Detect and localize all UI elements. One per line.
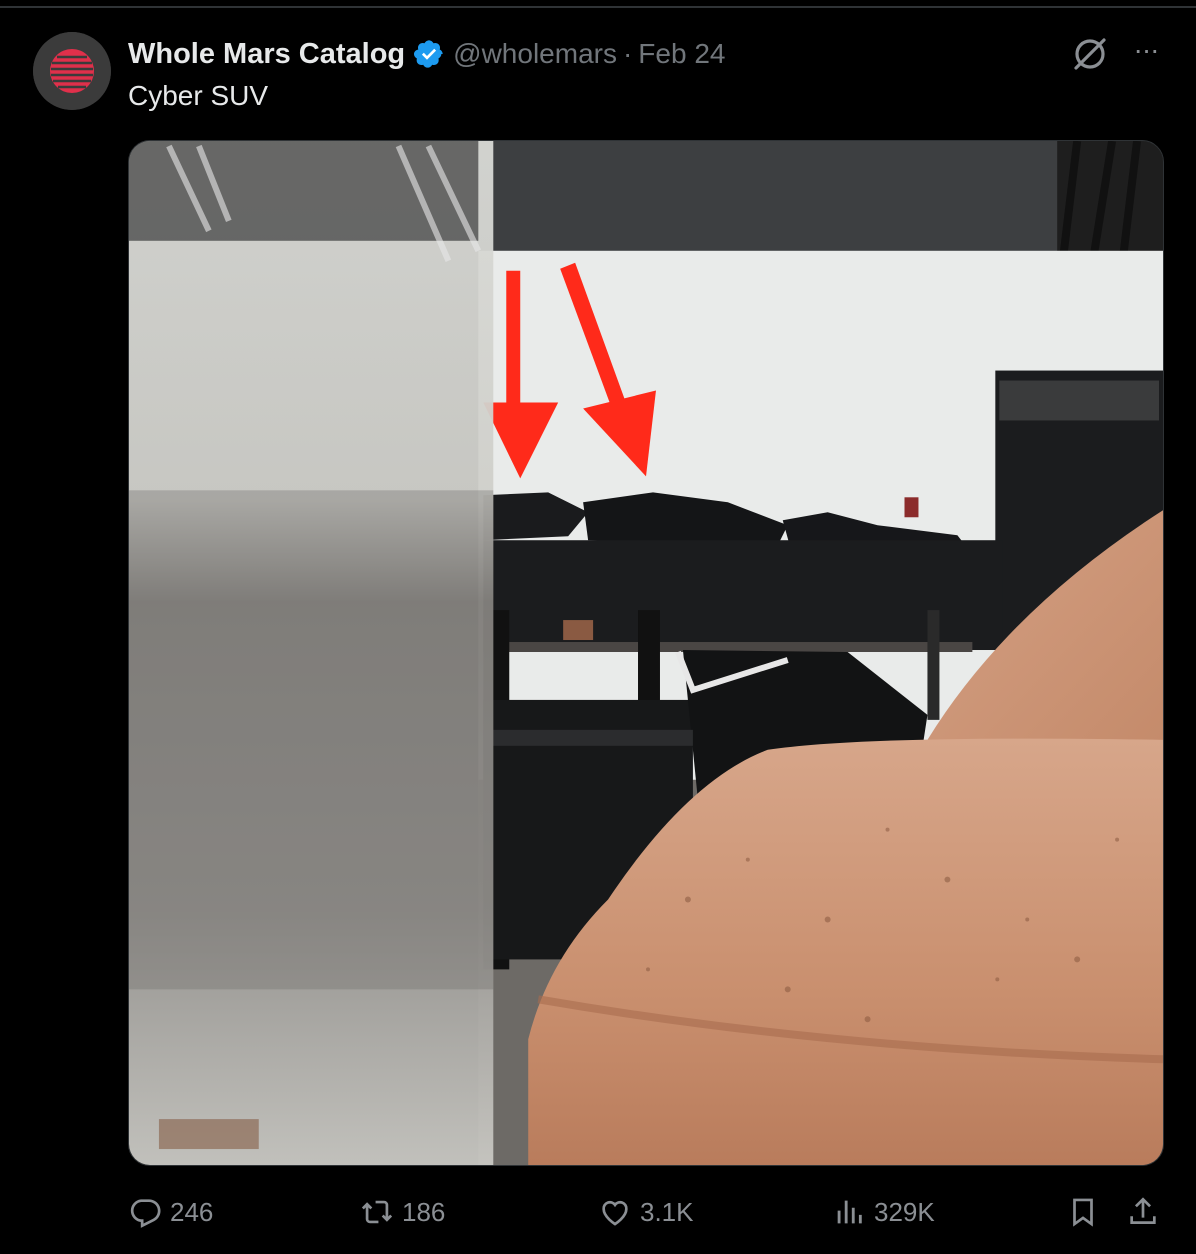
repost-count: 186 (402, 1196, 446, 1227)
bookmark-icon (1073, 1198, 1093, 1227)
avatar[interactable] (33, 32, 111, 110)
photo-image (129, 141, 1163, 1165)
mars-globe-icon (33, 32, 111, 110)
heart-icon (602, 1200, 628, 1226)
tweet-header: Whole Mars Catalog @wholemars · Feb 24 (128, 34, 725, 74)
like-button[interactable]: 3.1K (598, 1184, 694, 1240)
handle[interactable]: @wholemars (453, 38, 617, 70)
reply-count: 246 (170, 1196, 214, 1227)
views-button[interactable]: 329K (832, 1184, 935, 1240)
timestamp[interactable]: Feb 24 (638, 38, 725, 70)
top-divider (0, 6, 1196, 8)
tweet-photo[interactable] (128, 140, 1164, 1166)
tweet-actions: 246 186 3.1K 329K (0, 1184, 1196, 1240)
reply-button[interactable]: 246 (128, 1184, 213, 1240)
like-count: 3.1K (640, 1196, 694, 1227)
separator: · (622, 38, 633, 69)
share-icon (1130, 1197, 1156, 1224)
views-chart-icon (837, 1200, 862, 1224)
view-count: 329K (874, 1196, 935, 1227)
bookmark-button[interactable] (1066, 1184, 1100, 1240)
reply-icon (130, 1199, 161, 1228)
tweet-text: Cyber SUV (128, 80, 269, 111)
grok-icon[interactable] (1070, 34, 1110, 74)
display-name[interactable]: Whole Mars Catalog (128, 38, 405, 71)
verified-badge-icon[interactable] (413, 38, 445, 70)
repost-icon (361, 1200, 393, 1224)
more-icon[interactable]: ··· (1128, 36, 1164, 72)
share-button[interactable] (1126, 1184, 1160, 1240)
repost-button[interactable]: 186 (360, 1184, 445, 1240)
